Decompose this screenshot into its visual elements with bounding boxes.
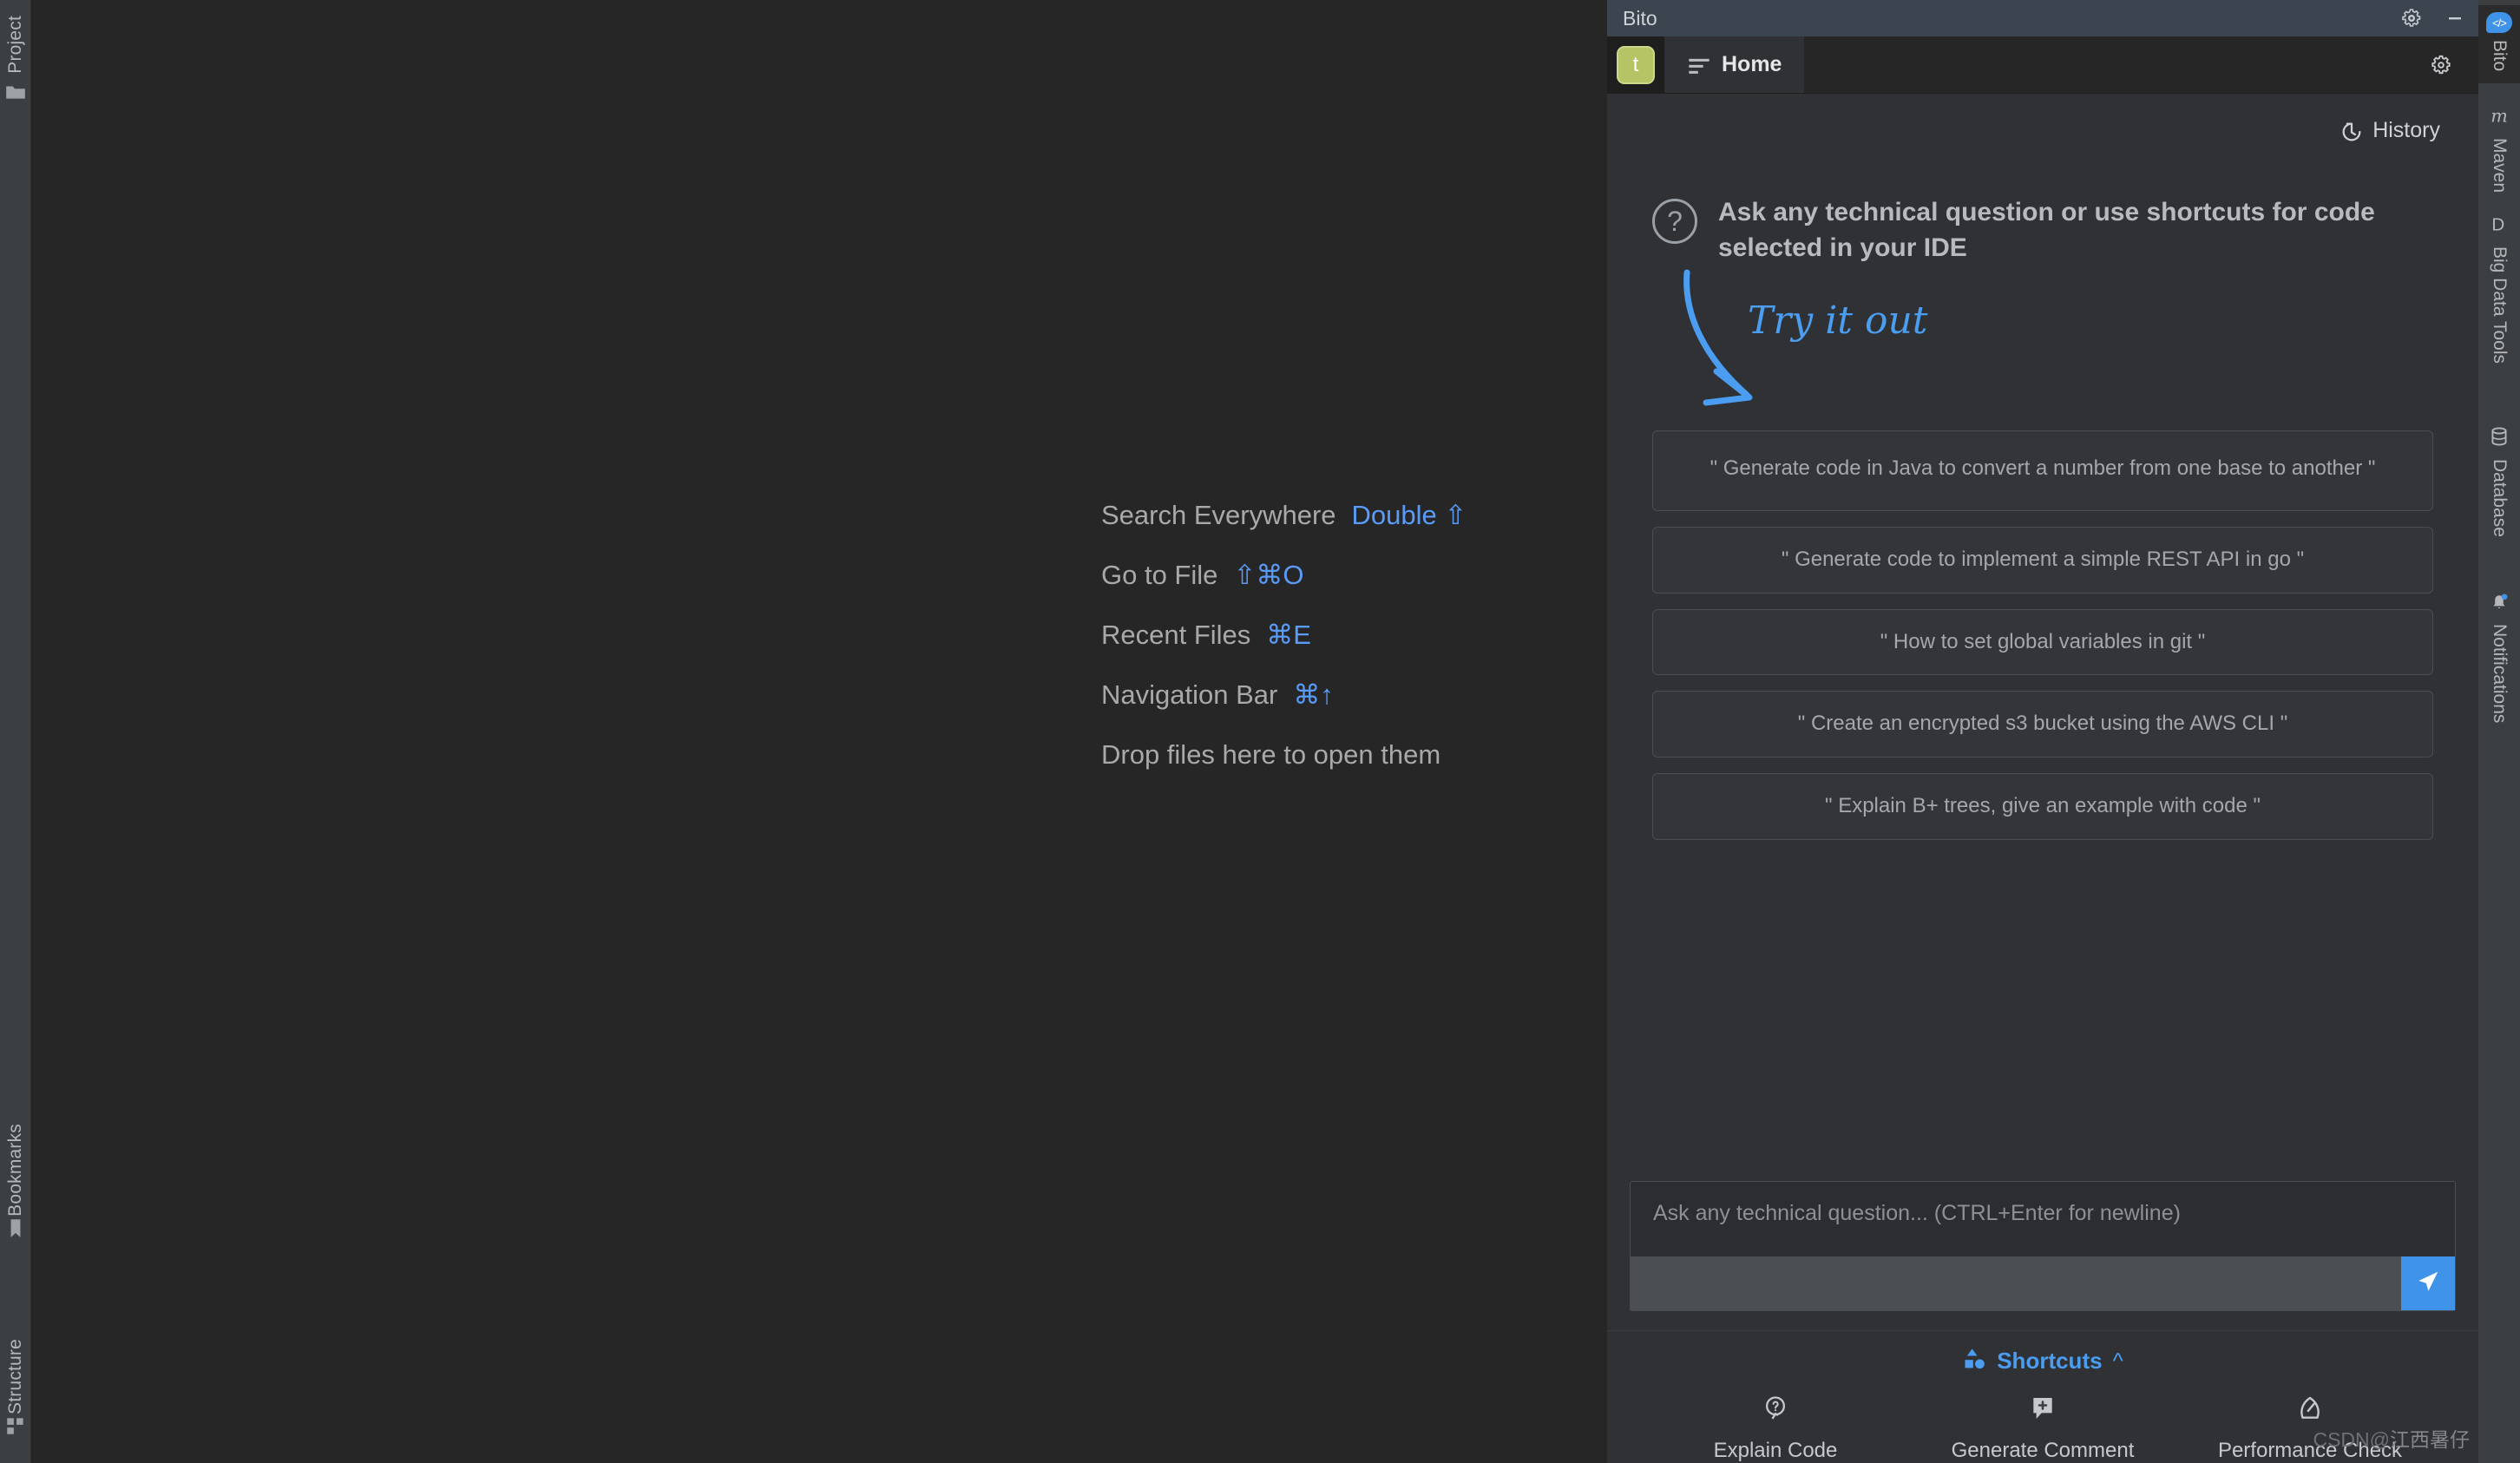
ask-prompt-block: ? Ask any technical question or use shor…	[1652, 195, 2416, 266]
chevron-up-icon: ^	[2112, 1348, 2123, 1374]
sidebar-item-bito[interactable]: </> Bito	[2478, 5, 2520, 84]
question-mark-icon: ?	[1652, 199, 1697, 244]
hint-navigation-bar: Navigation Bar ⌘↑	[1101, 681, 1467, 708]
hint-shortcut: ⌘E	[1266, 620, 1311, 650]
ask-heading: Ask any technical question or use shortc…	[1718, 198, 2375, 262]
tabstrip-spacer	[1804, 36, 2478, 93]
gear-icon[interactable]	[2430, 54, 2452, 76]
svg-text:m: m	[2490, 106, 2508, 127]
hint-recent-files: Recent Files ⌘E	[1101, 621, 1467, 648]
hint-label: Navigation Bar	[1101, 679, 1278, 710]
history-icon	[2340, 120, 2362, 142]
performance-check-button[interactable]: Performance Check	[2180, 1394, 2440, 1463]
hint-shortcut: ⇧⌘O	[1233, 560, 1304, 590]
sidebar-item-label: Bookmarks	[5, 1124, 25, 1217]
sidebar-item-structure[interactable]: Structure	[0, 1339, 31, 1437]
sidebar-item-label: Project	[5, 16, 25, 74]
avatar[interactable]: t	[1617, 45, 1655, 84]
tab-home-label: Home	[1722, 52, 1782, 76]
history-button[interactable]: History	[1607, 94, 2478, 143]
hint-shortcut: ⌘↑	[1293, 679, 1334, 710]
right-tool-strip: </> Bito m Maven D Big Data Tools Databa…	[2478, 0, 2520, 1463]
hint-label: Go to File	[1101, 560, 1218, 590]
sidebar-item-database[interactable]: Database	[2478, 425, 2520, 537]
gear-icon[interactable]	[2400, 7, 2423, 30]
suggestion-list: " Generate code in Java to convert a num…	[1652, 430, 2433, 840]
comment-plus-icon	[2029, 1394, 2057, 1427]
input-toolbar	[1631, 1256, 2455, 1310]
editor-hint-list: Search Everywhere Double ⇧ Go to File ⇧⌘…	[1101, 502, 1467, 768]
question-input[interactable]: Ask any technical question... (CTRL+Ente…	[1631, 1182, 2455, 1256]
avatar-cell[interactable]: t	[1607, 36, 1664, 93]
ide-window: Project Bookmarks Structure Search Every…	[0, 0, 2520, 1463]
bito-titlebar: Bito	[1607, 0, 2478, 36]
suggestion-item[interactable]: " Create an encrypted s3 bucket using th…	[1652, 691, 2433, 758]
bookmark-icon	[4, 1217, 27, 1239]
explain-code-button[interactable]: Explain Code	[1645, 1394, 1906, 1463]
hint-search-everywhere: Search Everywhere Double ⇧	[1101, 502, 1467, 528]
try-it-out-label: Try it out	[1748, 299, 1928, 343]
suggestion-item[interactable]: " How to set global variables in git "	[1652, 608, 2433, 676]
hint-label: Search Everywhere	[1101, 500, 1336, 530]
editor-empty-state: Search Everywhere Double ⇧ Go to File ⇧⌘…	[31, 0, 1607, 1463]
tab-home[interactable]: Home	[1664, 36, 1805, 93]
shortcuts-toggle[interactable]: Shortcuts ^	[1607, 1347, 2478, 1375]
sidebar-item-bookmarks[interactable]: Bookmarks	[0, 1124, 31, 1239]
svg-text:D: D	[2491, 215, 2504, 235]
gauge-icon	[2296, 1394, 2324, 1427]
sidebar-item-maven[interactable]: m Maven	[2478, 104, 2520, 193]
bito-panel: Bito t Home History ? Ask any technical …	[1607, 0, 2478, 1463]
suggestion-item[interactable]: " Explain B+ trees, give an example with…	[1652, 773, 2433, 840]
hint-drop-files: Drop files here to open them	[1101, 739, 1441, 770]
sidebar-item-label: Database	[2490, 459, 2510, 537]
sidebar-item-label: Big Data Tools	[2490, 246, 2510, 364]
maven-m-icon: m	[2488, 104, 2510, 131]
shapes-icon	[1962, 1347, 1986, 1375]
sidebar-item-big-data-tools[interactable]: D Big Data Tools	[2478, 213, 2520, 364]
shortcuts-bar: Shortcuts ^ Explain Code Generate Commen…	[1607, 1331, 2478, 1463]
shortcut-actions: Explain Code Generate Comment Performanc…	[1607, 1375, 2478, 1463]
history-label: History	[2372, 118, 2440, 142]
bito-code-badge-icon: </>	[2486, 12, 2512, 33]
bito-tabstrip: t Home	[1607, 36, 2478, 94]
sidebar-item-project[interactable]: Project	[0, 16, 31, 103]
big-data-d-icon: D	[2488, 213, 2510, 239]
bito-body: History ? Ask any technical question or …	[1607, 94, 2478, 1463]
bito-window-title: Bito	[1623, 6, 1657, 30]
generate-comment-button[interactable]: Generate Comment	[1913, 1394, 2173, 1463]
bell-icon	[2488, 590, 2510, 617]
question-bubble-icon	[1762, 1394, 1789, 1427]
question-input-box[interactable]: Ask any technical question... (CTRL+Ente…	[1630, 1181, 2456, 1311]
suggestion-item[interactable]: " Generate code in Java to convert a num…	[1652, 430, 2433, 511]
blocks-icon	[4, 1414, 27, 1437]
send-paper-plane-icon	[2415, 1269, 2441, 1299]
sidebar-item-notifications[interactable]: Notifications	[2478, 590, 2520, 723]
hint-go-to-file: Go to File ⇧⌘O	[1101, 561, 1467, 588]
minimize-icon[interactable]	[2444, 7, 2466, 30]
database-icon	[2488, 425, 2510, 452]
sidebar-item-label: Notifications	[2490, 624, 2510, 724]
shortcut-label: Performance Check	[2217, 1439, 2403, 1462]
input-area: Ask any technical question... (CTRL+Ente…	[1607, 1181, 2478, 1311]
shortcuts-label: Shortcuts	[1997, 1348, 2103, 1374]
hint-shortcut: Double ⇧	[1351, 500, 1467, 530]
try-it-out-graphic: Try it out	[1668, 266, 2478, 422]
suggestion-item[interactable]: " Generate code to implement a simple RE…	[1652, 526, 2433, 594]
sidebar-item-label: Bito	[2490, 40, 2510, 72]
folder-icon	[4, 81, 27, 103]
left-tool-strip: Project Bookmarks Structure	[0, 0, 31, 1463]
send-button[interactable]	[2401, 1256, 2455, 1310]
shortcut-label: Generate Comment	[1951, 1439, 2135, 1462]
menu-lines-icon	[1687, 54, 1710, 76]
hint-label: Recent Files	[1101, 620, 1251, 650]
shortcut-label: Explain Code	[1713, 1439, 1838, 1462]
sidebar-item-label: Maven	[2490, 138, 2510, 194]
sidebar-item-label: Structure	[5, 1339, 25, 1414]
